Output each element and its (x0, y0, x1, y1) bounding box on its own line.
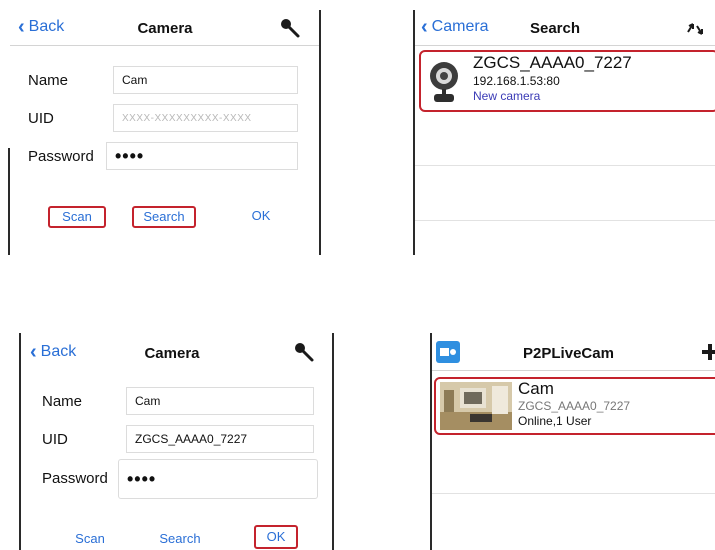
add-camera-screen-filled: ‹ Back Camera Name Cam UID ZGCS_AAAA0_72… (22, 333, 332, 550)
frame-edge (319, 10, 321, 255)
password-label: Password (28, 148, 94, 165)
app-title: P2PLiveCam (523, 345, 614, 362)
name-input[interactable]: Cam (113, 66, 298, 94)
webcam-icon (430, 62, 458, 102)
camera-list-screen: P2PLiveCam Cam ZGCS_AAAA0_7227 Online,1 … (432, 333, 715, 550)
search-button[interactable]: Search (132, 206, 196, 228)
camera-status: New camera (473, 89, 541, 103)
frame-edge (332, 333, 334, 550)
camera-address: 192.168.1.53:80 (473, 74, 560, 88)
wrench-icon[interactable] (292, 341, 316, 365)
camera-uid: ZGCS_AAAA0_7227 (473, 53, 632, 72)
screen-title: Search (529, 20, 581, 37)
ok-button[interactable]: OK (254, 525, 298, 549)
add-icon[interactable] (702, 343, 715, 361)
uid-label: UID (28, 110, 54, 127)
password-input[interactable]: •••• (118, 459, 318, 499)
uid-input[interactable]: XXXX-XXXXXXXXX-XXXX (113, 104, 298, 132)
uid-input[interactable]: ZGCS_AAAA0_7227 (126, 425, 314, 453)
uid-row: UID XXXX-XXXXXXXXX-XXXX (28, 100, 298, 136)
frame-edge (19, 333, 21, 550)
frame-edge (8, 148, 10, 255)
camera-list-item[interactable]: Cam ZGCS_AAAA0_7227 Online,1 User (434, 377, 715, 435)
scan-button[interactable]: Scan (48, 206, 106, 228)
wrench-icon[interactable] (278, 17, 302, 41)
name-label: Name (42, 393, 83, 410)
screen-title: Camera (144, 345, 200, 362)
add-camera-screen-empty: ‹ Back Camera Name Cam UID XXXX-XXXXXXXX… (10, 10, 320, 255)
camera-thumbnail (440, 382, 512, 430)
divider (415, 165, 715, 166)
camera-uid: ZGCS_AAAA0_7227 (518, 399, 631, 413)
name-row: Name Cam (42, 383, 314, 419)
uid-row: UID ZGCS_AAAA0_7227 (42, 421, 314, 457)
camera-status: Online,1 User (518, 414, 592, 428)
search-button[interactable]: Search (150, 531, 210, 546)
frame-edge (413, 10, 415, 255)
divider (415, 220, 715, 221)
name-input[interactable]: Cam (126, 387, 314, 415)
password-input[interactable]: •••• (106, 142, 298, 170)
refresh-icon[interactable] (685, 20, 707, 38)
nav-bar: P2PLiveCam (432, 333, 715, 371)
scan-button[interactable]: Scan (68, 531, 112, 546)
nav-bar: ‹ Back Camera (22, 333, 332, 369)
screen-title: Camera (137, 20, 193, 37)
search-result-row[interactable]: ZGCS_AAAA0_7227 192.168.1.53:80 New came… (419, 50, 715, 112)
password-label: Password (42, 470, 108, 487)
uid-label: UID (42, 431, 68, 448)
password-row: Password •••• (28, 138, 298, 174)
nav-bar: ‹ Camera Search (415, 10, 715, 46)
ok-button[interactable]: OK (246, 208, 276, 228)
nav-bar: ‹ Back Camera (10, 10, 320, 46)
divider (432, 493, 715, 494)
frame-edge (430, 333, 432, 550)
name-label: Name (28, 72, 69, 89)
name-row: Name Cam (28, 62, 298, 98)
camera-name: Cam (518, 379, 554, 398)
password-row: Password •••• (42, 457, 318, 499)
search-screen: ‹ Camera Search ZGCS_AAAA0_7227 192.168.… (415, 10, 715, 255)
